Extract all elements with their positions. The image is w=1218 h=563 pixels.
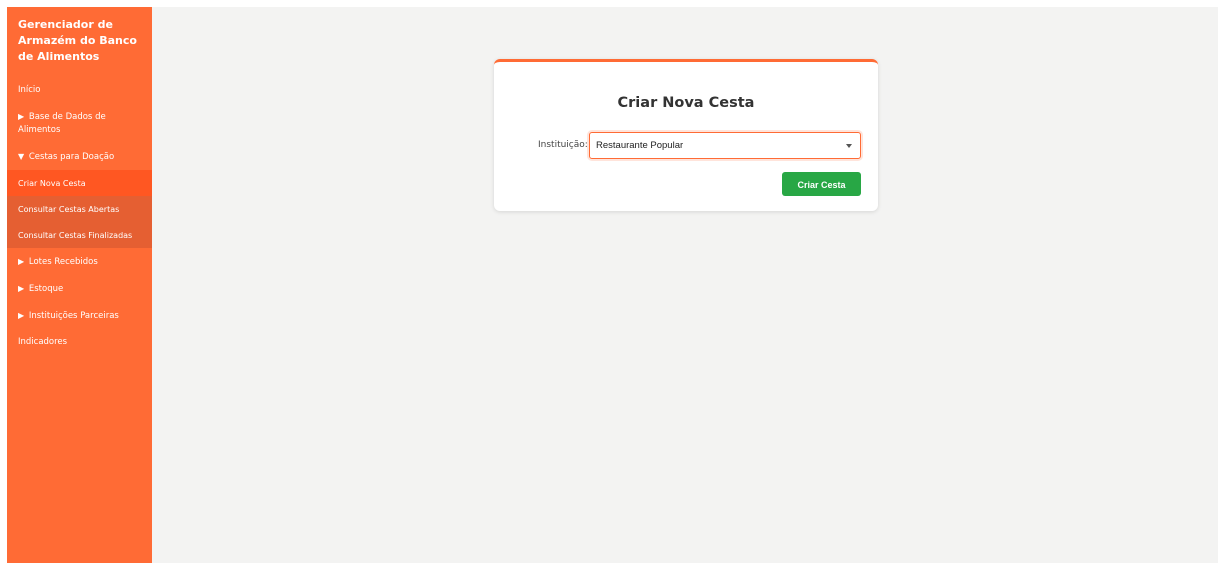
expand-arrow-icon: ▶ [18,111,25,121]
sidebar: Gerenciador de Armazém do Banco de Alime… [7,7,152,563]
create-basket-card: Criar Nova Cesta Instituição: Restaurant… [494,59,878,211]
institution-select-value: Restaurante Popular [596,140,684,151]
institution-label: Instituição: [538,140,588,150]
sidebar-subitem-label: Criar Nova Cesta [18,178,86,188]
institution-select[interactable]: Restaurante Popular [589,132,861,159]
collapse-arrow-icon: ▼ [18,151,25,161]
create-basket-button[interactable]: Criar Cesta [782,172,861,196]
sidebar-subitem-cestas-finalizadas[interactable]: Consultar Cestas Finalizadas [7,222,152,248]
sidebar-item-label: Início [18,84,41,95]
app-window: Gerenciador de Armazém do Banco de Alime… [7,7,1218,563]
sidebar-item-label: Base de Dados de Alimentos [18,111,106,135]
sidebar-item-inicio[interactable]: Início [7,77,152,103]
expand-arrow-icon: ▶ [18,310,25,320]
sidebar-item-indicadores[interactable]: Indicadores [7,329,152,355]
sidebar-item-instituicoes[interactable]: ▶ Instituições Parceiras [7,302,152,329]
sidebar-item-label: Lotes Recebidos [28,256,98,267]
expand-arrow-icon: ▶ [18,256,25,266]
sidebar-item-label: Instituições Parceiras [28,310,119,321]
sidebar-subitem-cestas-abertas[interactable]: Consultar Cestas Abertas [7,196,152,222]
sidebar-item-base-de-dados[interactable]: ▶ Base de Dados de Alimentos [7,103,152,143]
sidebar-item-estoque[interactable]: ▶ Estoque [7,275,152,302]
sidebar-item-lotes[interactable]: ▶ Lotes Recebidos [7,248,152,275]
sidebar-item-cestas[interactable]: ▼ Cestas para Doação [7,143,152,170]
sidebar-item-label: Indicadores [18,336,68,347]
main-content: Criar Nova Cesta Instituição: Restaurant… [152,7,1218,563]
sidebar-subitem-criar-nova-cesta[interactable]: Criar Nova Cesta [7,170,152,196]
app-title: Gerenciador de Armazém do Banco de Alime… [18,18,137,63]
sidebar-subitem-label: Consultar Cestas Abertas [18,204,120,214]
caret-down-icon [846,144,852,148]
sidebar-item-label: Estoque [28,283,64,294]
sidebar-subitem-label: Consultar Cestas Finalizadas [18,230,133,240]
expand-arrow-icon: ▶ [18,283,25,293]
page-title: Criar Nova Cesta [617,95,755,111]
sidebar-item-label: Cestas para Doação [28,151,115,162]
